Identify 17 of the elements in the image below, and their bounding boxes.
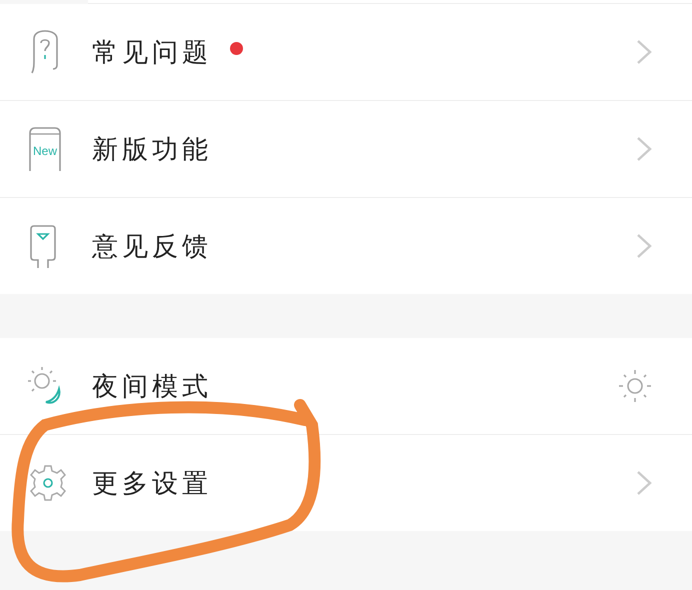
menu-item[interactable]: New 新版功能 [0,101,692,198]
sun-icon [618,369,652,403]
chevron-icon [636,39,652,65]
chevron-icon [636,233,652,259]
menu-item[interactable]: 更多设置 [0,435,692,531]
item-label: 意见反馈 [92,230,212,264]
chevron-icon [636,470,652,496]
item-label: 新版功能 [92,134,212,166]
item-label: 常见问题 [92,36,212,70]
item-label: 更多设置 [92,468,212,500]
gear-icon [28,463,68,503]
chevron-icon [636,136,652,162]
menu-item[interactable]: 夜间模式 [0,338,692,435]
menu-item[interactable]: 常见问题 [0,4,692,101]
item-label: 夜间模式 [92,370,212,404]
menu-item[interactable]: 意见反馈 [0,198,692,294]
device-icon [28,224,58,268]
